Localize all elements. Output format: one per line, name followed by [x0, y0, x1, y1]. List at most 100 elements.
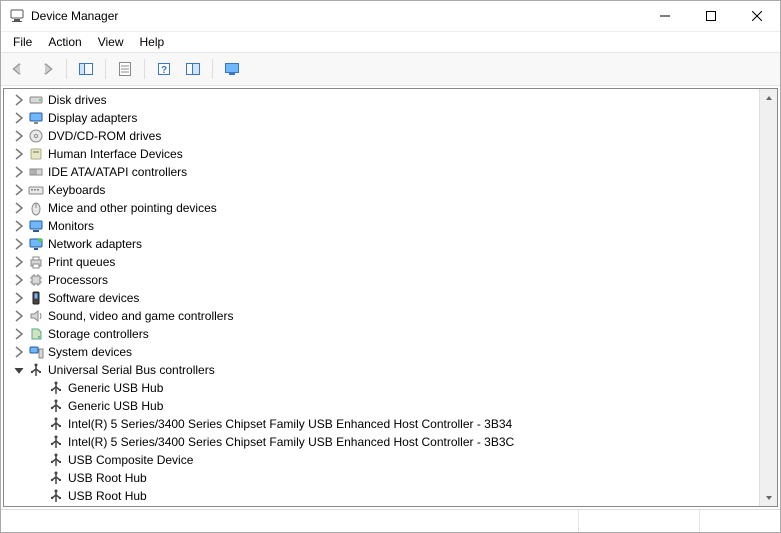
properties-button[interactable] — [112, 57, 138, 81]
tree-node-label: Software devices — [48, 291, 139, 305]
tree-node[interactable]: Generic USB Hub — [8, 397, 759, 415]
device-manager-window: Device Manager File Action View Help — [0, 0, 781, 533]
tree-node[interactable]: Network adapters — [8, 235, 759, 253]
keyboard-icon — [28, 182, 44, 198]
expand-icon[interactable] — [12, 291, 26, 305]
window-title: Device Manager — [31, 9, 118, 23]
tree-node-label: Intel(R) 5 Series/3400 Series Chipset Fa… — [68, 435, 514, 449]
tree-node-label: USB Root Hub — [68, 471, 147, 485]
tree-node-label: Monitors — [48, 219, 94, 233]
tree-node[interactable]: IDE ATA/ATAPI controllers — [8, 163, 759, 181]
scan-hardware-button[interactable] — [180, 57, 206, 81]
expand-icon[interactable] — [12, 147, 26, 161]
usb-icon — [48, 434, 64, 450]
scroll-up-button[interactable] — [760, 89, 777, 106]
storage-icon — [28, 326, 44, 342]
tree-node[interactable]: USB Root Hub — [8, 469, 759, 487]
tree-node-label: Network adapters — [48, 237, 142, 251]
tree-node-label: Storage controllers — [48, 327, 149, 341]
usb-icon — [48, 380, 64, 396]
tree-node-label: Print queues — [48, 255, 115, 269]
usb-icon — [48, 416, 64, 432]
tree-node[interactable]: Sound, video and game controllers — [8, 307, 759, 325]
device-manager-icon — [9, 8, 25, 24]
device-tree[interactable]: Disk drives Display adapters DVD/CD-ROM dr… — [4, 89, 759, 506]
expand-icon[interactable] — [12, 273, 26, 287]
disk-icon — [28, 92, 44, 108]
display-icon — [28, 110, 44, 126]
expand-icon[interactable] — [12, 201, 26, 215]
tree-node-label: USB Composite Device — [68, 453, 193, 467]
tree-node[interactable]: Universal Serial Bus controllers — [8, 361, 759, 379]
status-cell-main — [1, 510, 579, 532]
tree-node[interactable]: Human Interface Devices — [8, 145, 759, 163]
minimize-button[interactable] — [642, 1, 688, 31]
content-area: Disk drives Display adapters DVD/CD-ROM dr… — [3, 88, 778, 507]
tree-node[interactable]: Disk drives — [8, 91, 759, 109]
tree-node-label: Disk drives — [48, 93, 107, 107]
help-button[interactable]: ? — [151, 57, 177, 81]
tree-node[interactable]: Storage controllers — [8, 325, 759, 343]
ide-icon — [28, 164, 44, 180]
maximize-button[interactable] — [688, 1, 734, 31]
tree-node[interactable]: System devices — [8, 343, 759, 361]
menu-help[interactable]: Help — [132, 33, 173, 51]
tree-node[interactable]: Display adapters — [8, 109, 759, 127]
tree-node[interactable]: Mice and other pointing devices — [8, 199, 759, 217]
svg-text:?: ? — [161, 65, 167, 76]
tree-node-label: Mice and other pointing devices — [48, 201, 217, 215]
expand-icon[interactable] — [12, 165, 26, 179]
expand-icon[interactable] — [12, 255, 26, 269]
back-button[interactable] — [5, 57, 31, 81]
tree-node-label: Display adapters — [48, 111, 137, 125]
tree-node-label: IDE ATA/ATAPI controllers — [48, 165, 187, 179]
monitor-icon — [28, 218, 44, 234]
menu-file[interactable]: File — [5, 33, 40, 51]
cpu-icon — [28, 272, 44, 288]
status-cell-3 — [700, 510, 780, 532]
expand-icon[interactable] — [12, 183, 26, 197]
tree-node[interactable]: Software devices — [8, 289, 759, 307]
sound-icon — [28, 308, 44, 324]
tree-node[interactable]: Intel(R) 5 Series/3400 Series Chipset Fa… — [8, 415, 759, 433]
tree-node[interactable]: Generic USB Hub — [8, 379, 759, 397]
tree-node[interactable]: Monitors — [8, 217, 759, 235]
titlebar[interactable]: Device Manager — [1, 1, 780, 32]
scroll-down-button[interactable] — [760, 489, 777, 506]
tree-node[interactable]: DVD/CD-ROM drives — [8, 127, 759, 145]
expand-icon[interactable] — [12, 309, 26, 323]
scroll-track[interactable] — [760, 106, 777, 489]
close-button[interactable] — [734, 1, 780, 31]
menu-action[interactable]: Action — [40, 33, 89, 51]
vertical-scrollbar[interactable] — [759, 89, 777, 506]
expand-icon[interactable] — [12, 327, 26, 341]
tree-node-label: Keyboards — [48, 183, 105, 197]
tree-node[interactable]: Keyboards — [8, 181, 759, 199]
menu-view[interactable]: View — [90, 33, 132, 51]
tree-node[interactable]: Intel(R) 5 Series/3400 Series Chipset Fa… — [8, 433, 759, 451]
expand-icon[interactable] — [12, 111, 26, 125]
tree-node[interactable]: USB Root Hub — [8, 487, 759, 505]
menubar: File Action View Help — [1, 32, 780, 52]
forward-button[interactable] — [34, 57, 60, 81]
monitor-button[interactable] — [219, 57, 245, 81]
expand-icon[interactable] — [12, 237, 26, 251]
usb-icon — [48, 470, 64, 486]
expand-icon[interactable] — [12, 219, 26, 233]
usb-icon — [48, 452, 64, 468]
tree-node-label: Human Interface Devices — [48, 147, 183, 161]
window-controls — [642, 1, 780, 31]
network-icon — [28, 236, 44, 252]
show-hide-tree-button[interactable] — [73, 57, 99, 81]
collapse-icon[interactable] — [12, 363, 26, 377]
expand-icon[interactable] — [12, 345, 26, 359]
tree-node-label: Generic USB Hub — [68, 399, 163, 413]
expand-icon[interactable] — [12, 129, 26, 143]
usb-icon — [28, 362, 44, 378]
tree-node-label: Processors — [48, 273, 108, 287]
tree-node[interactable]: Print queues — [8, 253, 759, 271]
dvd-icon — [28, 128, 44, 144]
tree-node[interactable]: Processors — [8, 271, 759, 289]
tree-node[interactable]: USB Composite Device — [8, 451, 759, 469]
expand-icon[interactable] — [12, 93, 26, 107]
